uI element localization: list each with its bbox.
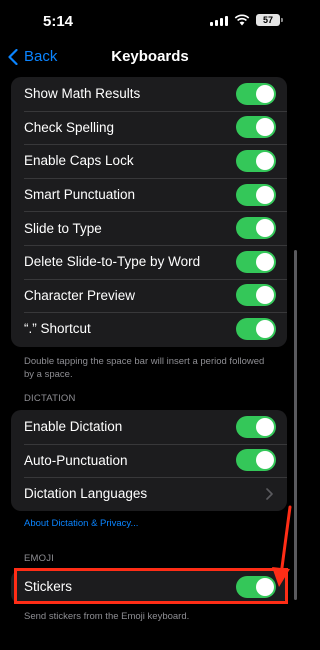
navigation-bar: Back Keyboards (0, 44, 300, 74)
slide-to-type-toggle[interactable] (236, 217, 276, 240)
setting-label: Enable Caps Lock (24, 153, 134, 169)
setting-label: Show Math Results (24, 86, 141, 102)
setting-label: Delete Slide-to-Type by Word (24, 254, 201, 270)
chevron-right-icon (266, 488, 273, 500)
setting-label: Character Preview (24, 287, 136, 303)
setting-label: Smart Punctuation (24, 187, 136, 203)
wifi-icon (234, 14, 250, 26)
setting-row-period-shortcut: “.” Shortcut (11, 312, 287, 346)
setting-row-smart-punctuation: Smart Punctuation (11, 177, 287, 212)
setting-label: Enable Dictation (24, 419, 123, 435)
smart-punctuation-toggle[interactable] (236, 183, 276, 206)
stickers-highlight-annotation (14, 568, 288, 604)
delete-slide-to-type-by-word-toggle[interactable] (236, 250, 276, 273)
setting-row-show-math-results: Show Math Results (11, 77, 287, 111)
battery-level: 57 (262, 15, 273, 25)
setting-row-enable-dictation: Enable Dictation (11, 410, 287, 444)
keyboard-options-group: Show Math Results Check Spelling Enable … (11, 77, 287, 347)
page-title: Keyboards (111, 48, 189, 65)
setting-label: Slide to Type (24, 220, 102, 236)
annotation-arrow-icon (272, 505, 292, 587)
about-dictation-privacy-link[interactable]: About Dictation & Privacy... (24, 518, 138, 529)
dictation-languages-row[interactable]: Dictation Languages (11, 477, 287, 511)
battery-icon: 57 (256, 14, 283, 26)
setting-label: “.” Shortcut (24, 321, 91, 337)
auto-punctuation-toggle[interactable] (236, 449, 276, 472)
status-bar: 5:14 57 (0, 0, 300, 44)
setting-row-enable-caps-lock: Enable Caps Lock (11, 144, 287, 178)
status-time: 5:14 (43, 13, 74, 30)
period-shortcut-footnote: Double tapping the space bar will insert… (24, 356, 265, 380)
setting-label: Auto-Punctuation (24, 452, 128, 468)
setting-label: Dictation Languages (24, 486, 148, 502)
show-math-results-toggle[interactable] (236, 82, 276, 105)
stickers-footnote: Send stickers from the Emoji keyboard. (24, 611, 190, 622)
enable-dictation-toggle[interactable] (236, 415, 276, 438)
setting-row-delete-slide-to-type-by-word: Delete Slide-to-Type by Word (11, 244, 287, 279)
section-header-emoji: EMOJI (24, 553, 55, 564)
dictation-group: Enable Dictation Auto-Punctuation Dictat… (11, 410, 287, 511)
character-preview-toggle[interactable] (236, 284, 276, 307)
setting-row-character-preview: Character Preview (11, 278, 287, 313)
status-icons: 57 (210, 14, 283, 26)
period-shortcut-toggle[interactable] (236, 317, 276, 340)
enable-caps-lock-toggle[interactable] (236, 149, 276, 172)
setting-label: Check Spelling (24, 119, 115, 135)
setting-row-check-spelling: Check Spelling (11, 110, 287, 145)
setting-row-slide-to-type: Slide to Type (11, 211, 287, 245)
setting-row-auto-punctuation: Auto-Punctuation (11, 443, 287, 478)
section-header-dictation: DICTATION (24, 393, 76, 404)
check-spelling-toggle[interactable] (236, 116, 276, 139)
cellular-signal-icon (210, 15, 228, 26)
